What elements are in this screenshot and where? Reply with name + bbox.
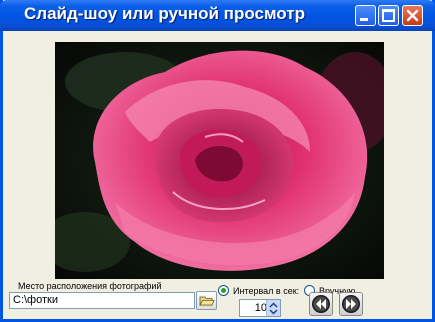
interval-stepper[interactable]: 10 bbox=[239, 299, 281, 317]
app-window: Слайд-шоу или ручной просмотр Место расп… bbox=[0, 0, 435, 322]
title-bar[interactable]: Слайд-шоу или ручной просмотр bbox=[0, 0, 435, 31]
radio-selected-dot bbox=[221, 288, 226, 293]
close-icon bbox=[406, 9, 419, 22]
maximize-button[interactable] bbox=[378, 5, 399, 26]
open-folder-icon bbox=[199, 296, 215, 306]
close-button[interactable] bbox=[402, 5, 423, 26]
previous-button[interactable] bbox=[309, 292, 333, 316]
rose-image bbox=[55, 42, 384, 279]
maximize-icon bbox=[382, 9, 395, 22]
location-label: Место расположения фотографий bbox=[18, 281, 162, 291]
next-button[interactable] bbox=[339, 292, 363, 316]
interval-value: 10 bbox=[254, 302, 267, 314]
interval-radio[interactable] bbox=[218, 285, 229, 296]
chevron-down-icon[interactable] bbox=[269, 309, 278, 315]
path-field[interactable]: C:\фотки bbox=[9, 292, 195, 309]
minimize-icon bbox=[360, 18, 368, 21]
window-title: Слайд-шоу или ручной просмотр bbox=[24, 4, 305, 23]
fast-forward-icon bbox=[342, 295, 360, 313]
rewind-icon bbox=[312, 295, 330, 313]
minimize-button[interactable] bbox=[355, 5, 376, 26]
stepper-buttons[interactable] bbox=[266, 300, 280, 316]
browse-button[interactable] bbox=[196, 291, 217, 310]
interval-label: Интервал в сек: bbox=[233, 286, 300, 296]
chevron-up-icon[interactable] bbox=[269, 302, 278, 308]
slideshow-photo bbox=[55, 42, 384, 279]
